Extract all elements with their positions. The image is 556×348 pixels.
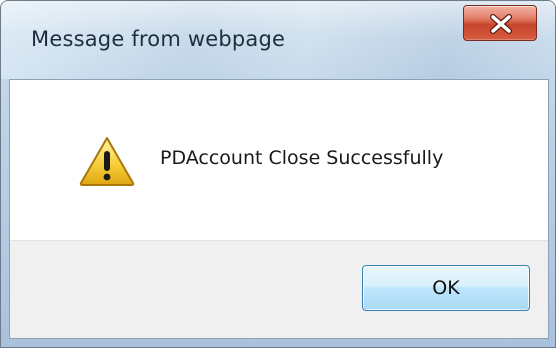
title-bar[interactable]: Message from webpage [1,1,555,79]
message-dialog: Message from webpage PDAccount Close Suc… [0,0,556,348]
dialog-title: Message from webpage [31,27,286,51]
close-icon [490,14,512,34]
button-area: OK [10,240,548,338]
message-text: PDAccount Close Successfully [160,147,444,169]
message-area: PDAccount Close Successfully [10,80,548,240]
close-button[interactable] [463,5,537,41]
dialog-body: PDAccount Close Successfully OK [9,79,549,339]
ok-button[interactable]: OK [362,265,530,311]
warning-icon [79,137,135,186]
